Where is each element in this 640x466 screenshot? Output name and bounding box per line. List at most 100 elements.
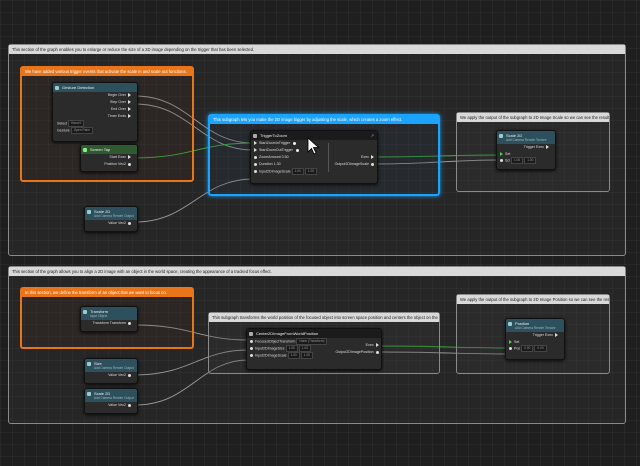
scale-input[interactable]: Scl 1.00 1.00 (497, 157, 555, 164)
exec-pin-icon[interactable] (546, 145, 549, 150)
exec-pin-icon[interactable] (555, 333, 558, 338)
data-pin-icon[interactable] (250, 340, 253, 343)
data-pin-icon[interactable] (128, 321, 131, 325)
position-apply-node[interactable]: Position Add Camera Render Texture Trigg… (505, 318, 565, 360)
data-pin-icon[interactable] (254, 162, 257, 166)
output-value[interactable]: Value Vec2 (85, 372, 137, 379)
gesture-value[interactable]: Open Palm (70, 127, 93, 134)
input-image-size[interactable]: Input2DImageSize 1.00 1.00 (247, 345, 331, 352)
input-duration[interactable]: Duration 1.30 (251, 161, 328, 168)
output-timer[interactable]: Timer Ends (53, 113, 137, 120)
position-x-field[interactable]: 0.00 (521, 345, 534, 352)
select-value[interactable]: Hand 0 (68, 120, 85, 127)
node-title: Screen Tap (90, 147, 111, 152)
output-exec[interactable]: Exec (331, 342, 381, 349)
bool-pin-icon[interactable] (293, 141, 297, 145)
group-title: In this section, we define the transform… (22, 289, 192, 297)
input-focused-transform[interactable]: FocusedObjectTransform None (Transform) (247, 338, 331, 345)
bool-pin-icon[interactable] (295, 148, 299, 152)
scale-x-field[interactable]: 1.00 (287, 352, 300, 359)
exec-pin-icon[interactable] (128, 155, 131, 160)
output-start[interactable]: Start Exec (81, 154, 137, 161)
output-begin[interactable]: Begin Over (53, 92, 137, 99)
input-image-scale[interactable]: Input2DImageScale 1.00 1.00 (251, 168, 328, 175)
scale-y-field[interactable]: 1.00 (304, 168, 318, 175)
select-field[interactable]: Select Hand 0 (53, 120, 137, 127)
exec-pin-icon[interactable] (371, 155, 374, 160)
gesture-field[interactable]: Gesture Open Palm (53, 127, 137, 134)
position-icon (508, 321, 512, 326)
center-image-node[interactable]: Center2DImageFromWorldPosition FocusedOb… (246, 328, 382, 370)
focused-object-field[interactable]: None (Transform) (296, 338, 328, 345)
input-zoom-amount[interactable]: ZoomAmount 0.50 (251, 154, 328, 161)
position-y-field[interactable]: 0.00 (534, 345, 547, 352)
zoom-amount-value[interactable]: 0.50 (282, 155, 289, 159)
data-pin-icon[interactable] (250, 347, 253, 350)
output-value[interactable]: Value Vec2 (85, 402, 137, 409)
mouse-cursor-icon (307, 137, 320, 155)
output-value[interactable]: Value Vec2 (85, 220, 137, 227)
input-image-scale[interactable]: Input2DImageScale 1.00 1.00 (247, 352, 331, 359)
group-title: We apply the output of the subgraph to 2… (457, 113, 609, 122)
data-pin-icon[interactable] (128, 162, 131, 166)
gesture-icon (55, 85, 59, 90)
tap-icon (83, 147, 87, 152)
data-pin-icon[interactable] (254, 170, 257, 173)
data-pin-icon[interactable] (128, 221, 131, 225)
group-title: We apply the output of the subgraph to 2… (457, 295, 609, 304)
trigger-output[interactable]: Trigger Exec (506, 332, 564, 339)
output-exec[interactable]: Exec (329, 154, 377, 161)
node-subtitle: Add Camera Render Output (94, 396, 134, 400)
scale-y-field[interactable]: 1.00 (300, 352, 314, 359)
scale-x-field[interactable]: 1.00 (291, 168, 304, 175)
size-y-field[interactable]: 1.00 (298, 345, 312, 352)
data-pin-icon[interactable] (128, 403, 131, 407)
position-input[interactable]: Pos 0.00 0.00 (506, 345, 564, 352)
subgraph-icon (249, 331, 253, 336)
exec-pin-icon[interactable] (254, 148, 257, 153)
group-title: This section of the graph enables you to… (9, 45, 625, 54)
data-pin-icon[interactable] (371, 162, 374, 166)
scale-x-field[interactable]: 1.00 (511, 157, 524, 164)
group-title: This subgraph transforms the world posit… (209, 313, 439, 322)
exec-pin-icon[interactable] (128, 114, 131, 119)
output-image-position[interactable]: Output2DImagePosition (331, 349, 381, 356)
scale-icon (87, 391, 91, 396)
gesture-detection-node[interactable]: Gesture Detection Begin Over Step Over E… (52, 82, 138, 142)
node-subtitle: Add Camera Render Texture (506, 138, 547, 142)
scale2d-apply-node[interactable]: Scale 2D Add Camera Render Texture Trigg… (496, 130, 556, 170)
exec-pin-icon[interactable] (128, 100, 131, 105)
data-pin-icon[interactable] (128, 373, 131, 377)
scale2d-input-node[interactable]: Scale 2D Add Camera Render Output Value … (84, 206, 138, 232)
output-transform[interactable]: Transform Transform (81, 320, 137, 327)
exec-pin-icon[interactable] (128, 93, 131, 98)
node-subtitle: Add Camera Render Texture (515, 326, 556, 330)
data-pin-icon[interactable] (250, 354, 253, 357)
transform-node[interactable]: Transform Input Object Transform Transfo… (80, 306, 138, 332)
transform-icon (83, 309, 87, 314)
exec-pin-icon[interactable] (375, 343, 379, 348)
trigger-output[interactable]: Trigger Exec (497, 144, 555, 151)
data-pin-icon[interactable] (375, 350, 379, 354)
data-pin-icon[interactable] (254, 155, 257, 159)
exec-pin-icon[interactable] (509, 340, 512, 345)
output-end[interactable]: End Over (53, 106, 137, 113)
exec-pin-icon[interactable] (128, 107, 131, 112)
data-pin-icon[interactable] (500, 159, 503, 162)
screen-tap-node[interactable]: Screen Tap Start Exec Position Vec2 (80, 144, 138, 172)
group-title: We have added various trigger events tha… (22, 68, 192, 76)
scale2d-bottom-node[interactable]: Scale 2D Add Camera Render Output Value … (84, 388, 138, 414)
group-title: This section of the graph allows you to … (9, 267, 625, 276)
expand-icon[interactable]: ↗ (371, 133, 374, 138)
output-step[interactable]: Step Over (53, 99, 137, 106)
exec-pin-icon[interactable] (500, 152, 503, 157)
output-image-scale[interactable]: Output2DImageScale (329, 161, 377, 168)
exec-pin-icon[interactable] (254, 141, 257, 146)
scale-y-field[interactable]: 1.00 (524, 157, 537, 164)
size-x-field[interactable]: 1.00 (285, 345, 298, 352)
output-position[interactable]: Position Vec2 (81, 161, 137, 168)
size-icon (87, 361, 91, 366)
data-pin-icon[interactable] (509, 347, 512, 350)
size-node[interactable]: Size Add Camera Render Output Value Vec2 (84, 358, 138, 384)
duration-value[interactable]: 1.30 (274, 162, 281, 166)
